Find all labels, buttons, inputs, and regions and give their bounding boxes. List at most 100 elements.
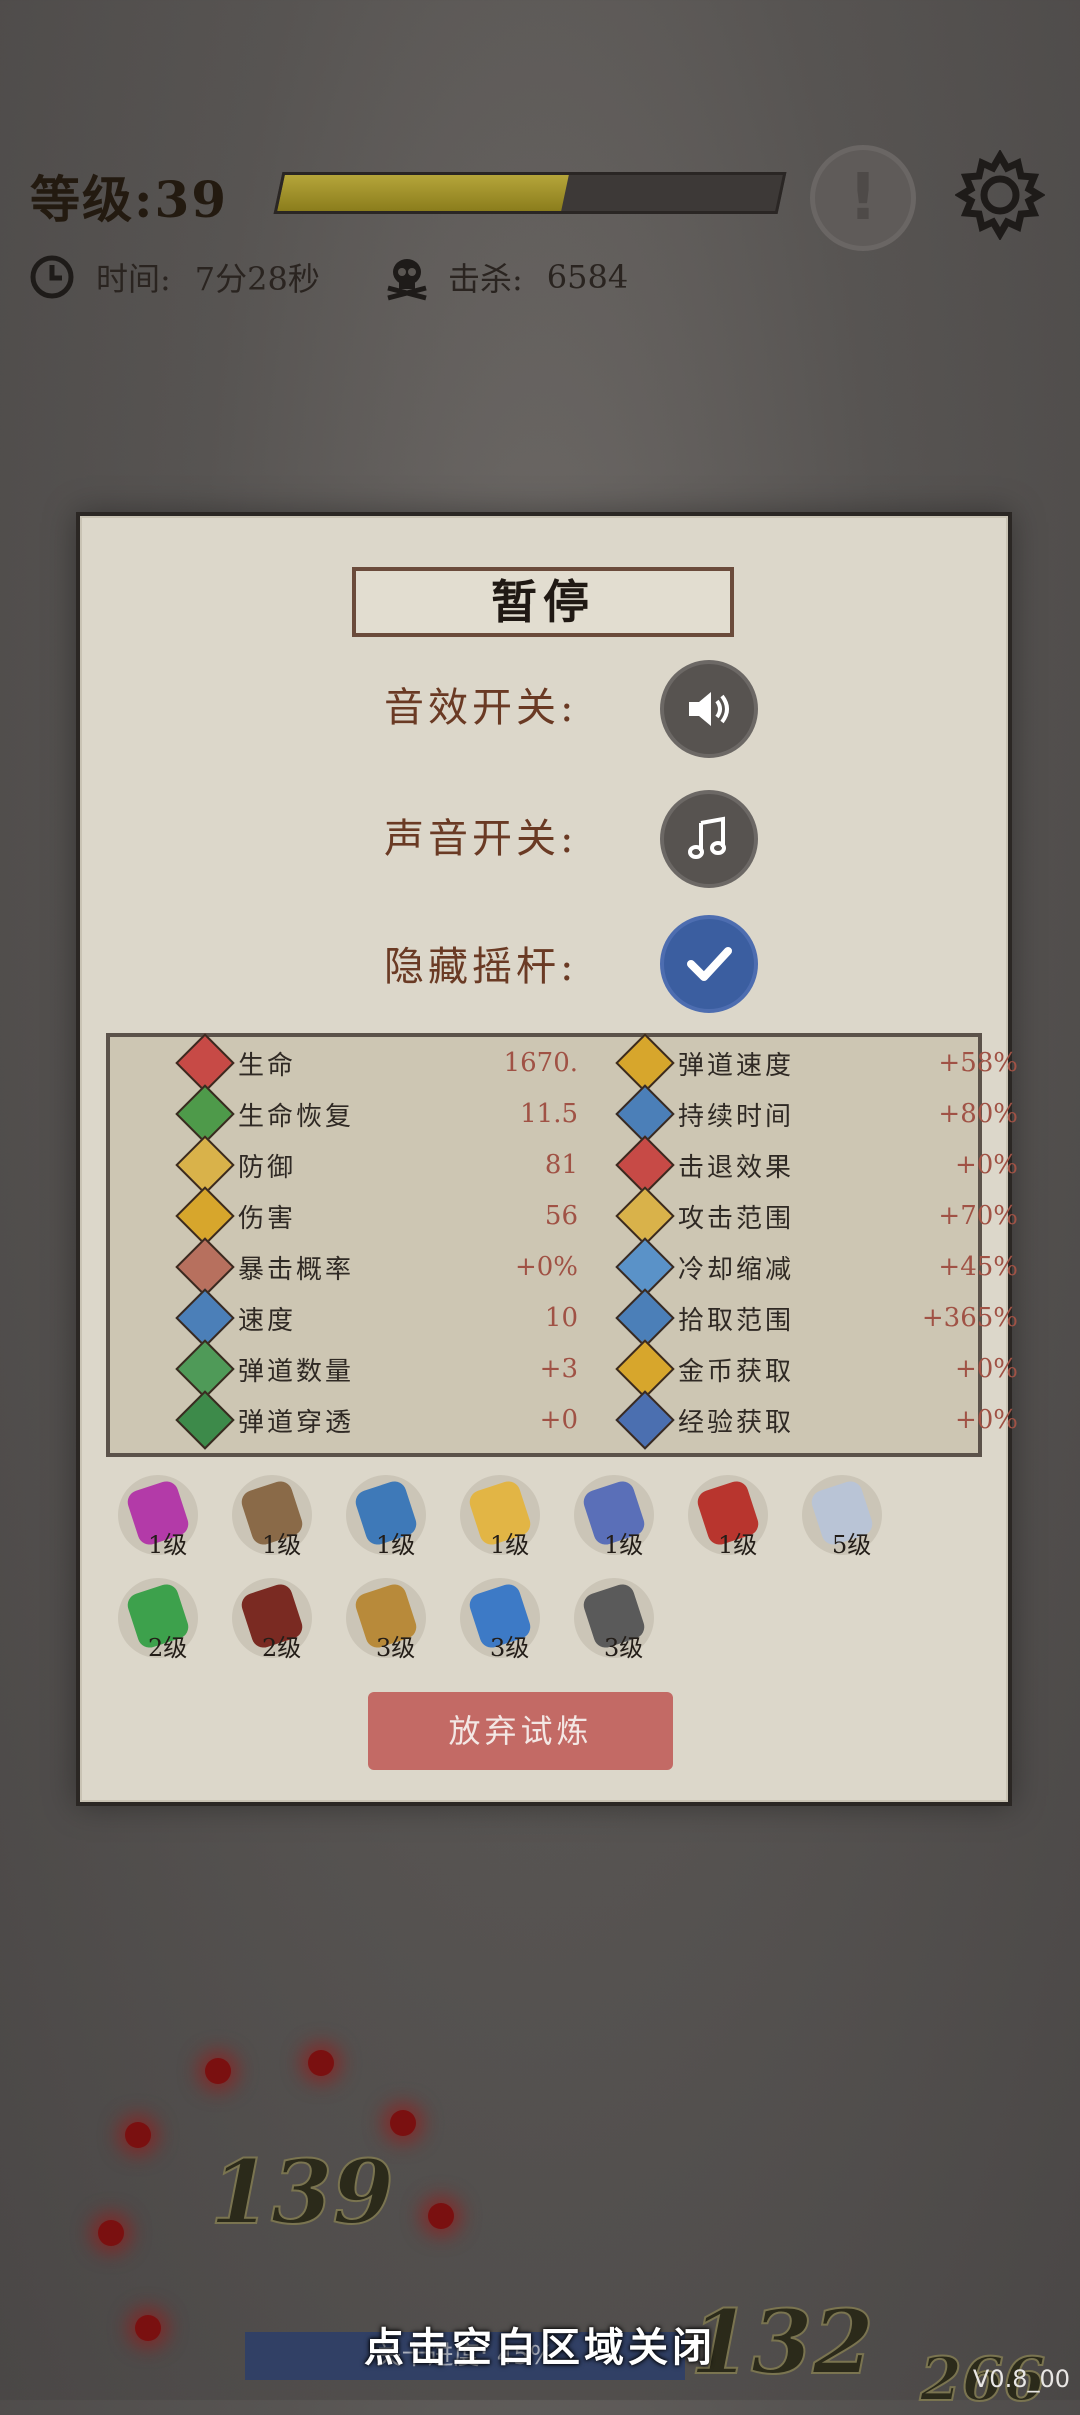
equipment-slot[interactable]: 3级 bbox=[460, 1578, 540, 1662]
enemy-blip bbox=[125, 2122, 151, 2148]
stat-name: 防御 bbox=[238, 1152, 297, 1183]
damage-number: 139 bbox=[209, 2139, 395, 2245]
stat-name: 击退效果 bbox=[678, 1152, 795, 1183]
skull-icon bbox=[387, 259, 427, 301]
equipment-slot[interactable]: 2级 bbox=[118, 1578, 198, 1662]
stat-row: 伤害 56 bbox=[175, 1186, 578, 1246]
pause-title: 暂停 bbox=[352, 567, 734, 637]
item-level: 1级 bbox=[718, 1531, 758, 1559]
equipment-slot[interactable]: 5级 bbox=[802, 1475, 882, 1559]
item-level: 5级 bbox=[832, 1531, 872, 1559]
time-value: 7分28秒 bbox=[194, 260, 320, 298]
stat-name: 攻击范围 bbox=[678, 1203, 795, 1234]
stat-value: +70% bbox=[938, 1201, 1018, 1231]
stat-name: 冷却缩减 bbox=[678, 1254, 795, 1285]
equipment-slot[interactable]: 1级 bbox=[688, 1475, 768, 1559]
equipment-slot[interactable]: 1级 bbox=[574, 1475, 654, 1559]
stat-row: 生命恢复 11.5 bbox=[175, 1084, 578, 1144]
stat-row: 防御 81 bbox=[175, 1135, 578, 1195]
stat-icon bbox=[175, 1390, 235, 1450]
enemy-blip bbox=[390, 2110, 416, 2136]
stat-name: 金币获取 bbox=[678, 1356, 795, 1387]
version-label: V0.8_00 bbox=[972, 2365, 1070, 2393]
stat-value: 11.5 bbox=[520, 1099, 578, 1129]
level-progress-fill bbox=[277, 175, 569, 211]
stat-name: 拾取范围 bbox=[678, 1305, 795, 1336]
equipment-slot[interactable]: 1级 bbox=[118, 1475, 198, 1559]
stat-row: 冷却缩减 +45% bbox=[615, 1237, 1018, 1297]
stat-value: +58% bbox=[938, 1048, 1018, 1078]
clock-icon bbox=[30, 255, 74, 299]
item-level: 3级 bbox=[604, 1634, 644, 1662]
stat-value: +80% bbox=[938, 1099, 1018, 1129]
time-display: 时间: 7分28秒 bbox=[28, 252, 320, 302]
check-icon bbox=[687, 947, 732, 981]
item-level: 1级 bbox=[376, 1531, 416, 1559]
close-hint: 点击空白区域关闭 bbox=[364, 2325, 716, 2371]
stat-value: +0% bbox=[514, 1252, 578, 1282]
music-note-icon bbox=[688, 816, 726, 859]
stat-row: 弹道数量 +3 bbox=[175, 1339, 578, 1399]
equipment-slot[interactable]: 3级 bbox=[346, 1578, 426, 1662]
stat-value: +45% bbox=[938, 1252, 1018, 1282]
stat-name: 速度 bbox=[238, 1305, 297, 1336]
kills-label: 击杀: bbox=[448, 260, 523, 298]
stat-row: 生命 1670. bbox=[175, 1033, 578, 1093]
equipment-slot[interactable]: 1级 bbox=[346, 1475, 426, 1559]
stat-name: 持续时间 bbox=[678, 1101, 795, 1132]
stat-row: 攻击范围 +70% bbox=[615, 1186, 1018, 1246]
item-level: 3级 bbox=[376, 1634, 416, 1662]
stat-value: +0 bbox=[539, 1405, 578, 1435]
gear-icon bbox=[954, 149, 1046, 241]
level-label: 等级:39 bbox=[30, 170, 229, 229]
item-level: 1级 bbox=[604, 1531, 644, 1559]
equipment-slot[interactable]: 1级 bbox=[460, 1475, 540, 1559]
stat-name: 生命 bbox=[238, 1050, 297, 1081]
item-level: 1级 bbox=[262, 1531, 302, 1559]
abandon-trial-button[interactable]: 放弃试炼 bbox=[368, 1692, 673, 1770]
stat-value: 10 bbox=[544, 1303, 578, 1333]
music-toggle-button[interactable] bbox=[660, 790, 758, 888]
item-level: 1级 bbox=[490, 1531, 530, 1559]
stat-name: 弹道数量 bbox=[238, 1356, 355, 1387]
stat-row: 拾取范围 +365% bbox=[615, 1288, 1018, 1348]
stat-row: 暴击概率 +0% bbox=[175, 1237, 578, 1297]
stat-row: 击退效果 +0% bbox=[615, 1135, 1018, 1195]
item-level: 2级 bbox=[262, 1634, 302, 1662]
kills-value: 6584 bbox=[546, 258, 629, 296]
stat-row: 速度 10 bbox=[175, 1288, 578, 1348]
stat-value: +365% bbox=[921, 1303, 1018, 1333]
stat-row: 金币获取 +0% bbox=[615, 1339, 1018, 1399]
enemy-blip bbox=[308, 2050, 334, 2076]
exclamation-icon: ! bbox=[848, 161, 878, 235]
alert-button[interactable]: ! bbox=[810, 145, 916, 251]
time-label: 时间: bbox=[96, 260, 171, 298]
hide-joystick-label: 隐藏摇杆: bbox=[384, 944, 578, 990]
item-level: 3级 bbox=[490, 1634, 530, 1662]
enemy-blip bbox=[205, 2058, 231, 2084]
equipment-slot[interactable]: 3级 bbox=[574, 1578, 654, 1662]
stat-value: +0% bbox=[954, 1354, 1018, 1384]
stat-name: 经验获取 bbox=[678, 1407, 795, 1438]
music-toggle-label: 声音开关: bbox=[384, 816, 578, 862]
stat-row: 经验获取 +0% bbox=[615, 1390, 1018, 1450]
hide-joystick-checkbox[interactable] bbox=[660, 915, 758, 1013]
stat-name: 弹道穿透 bbox=[238, 1407, 355, 1438]
stat-value: 56 bbox=[544, 1201, 578, 1231]
sfx-toggle-label: 音效开关: bbox=[384, 685, 578, 731]
kills-display: 击杀: 6584 bbox=[382, 252, 628, 302]
stat-name: 伤害 bbox=[238, 1203, 297, 1234]
enemy-blip bbox=[428, 2203, 454, 2229]
stat-value: +3 bbox=[539, 1354, 578, 1384]
level-progress-bar bbox=[273, 172, 787, 214]
item-level: 1级 bbox=[148, 1531, 188, 1559]
stat-icon bbox=[615, 1390, 675, 1450]
stat-value: 81 bbox=[544, 1150, 578, 1180]
equipment-slot[interactable]: 2级 bbox=[232, 1578, 312, 1662]
settings-button[interactable] bbox=[954, 149, 1046, 241]
enemy-blip bbox=[98, 2220, 124, 2246]
stat-row: 弹道速度 +58% bbox=[615, 1033, 1018, 1093]
equipment-slot[interactable]: 1级 bbox=[232, 1475, 312, 1559]
stat-value: +0% bbox=[954, 1150, 1018, 1180]
sfx-toggle-button[interactable] bbox=[660, 660, 758, 758]
